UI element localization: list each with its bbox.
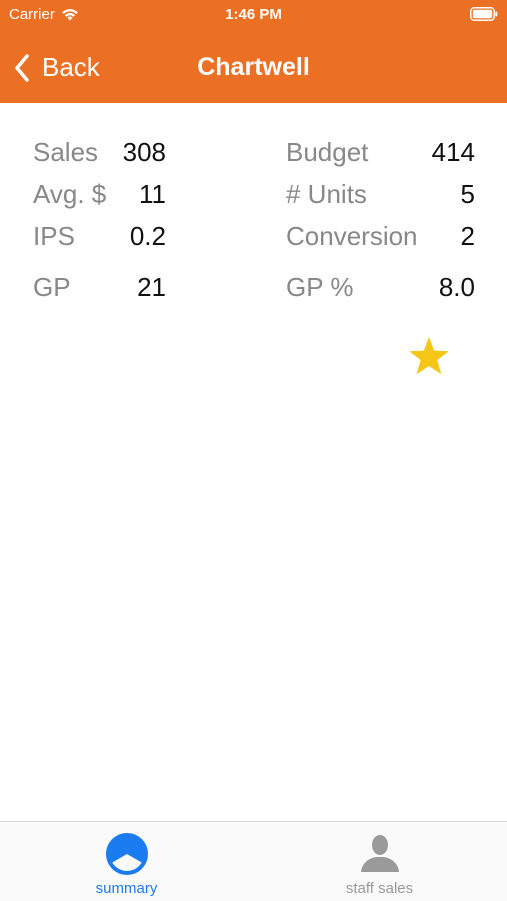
- gp-percent-value: 8.0: [438, 272, 475, 302]
- avg-label: Avg. $: [33, 179, 107, 209]
- gp-percent-label: GP %: [286, 272, 354, 302]
- tab-bar: summary staff sales: [0, 821, 507, 901]
- budget-value: 414: [431, 137, 475, 167]
- tab-staff-sales-label: staff sales: [345, 880, 414, 897]
- conversion-label: Conversion: [286, 221, 418, 251]
- status-time: 1:46 PM: [225, 6, 282, 23]
- pie-chart-icon: [105, 832, 149, 881]
- sales-value: 308: [122, 137, 166, 167]
- sales-label: Sales: [33, 137, 99, 167]
- conversion-value: 2: [460, 221, 475, 251]
- star-icon[interactable]: [408, 335, 450, 382]
- avg-value: 11: [139, 179, 166, 209]
- navigation-bar: Back Chartwell: [0, 30, 507, 103]
- battery-icon: [470, 7, 498, 25]
- gp-label: GP: [33, 272, 71, 302]
- status-bar: Carrier 1:46 PM: [0, 0, 507, 30]
- ips-value: 0.2: [129, 221, 166, 251]
- tab-staff-sales[interactable]: staff sales: [253, 822, 506, 901]
- tab-summary-label: summary: [95, 880, 158, 897]
- ips-label: IPS: [33, 221, 75, 251]
- page-title: Chartwell: [197, 53, 310, 81]
- units-value: 5: [460, 179, 475, 209]
- tab-summary[interactable]: summary: [0, 822, 253, 901]
- budget-label: Budget: [286, 137, 369, 167]
- units-label: # Units: [286, 179, 367, 209]
- person-icon: [358, 832, 402, 881]
- gp-value: 21: [137, 272, 166, 302]
